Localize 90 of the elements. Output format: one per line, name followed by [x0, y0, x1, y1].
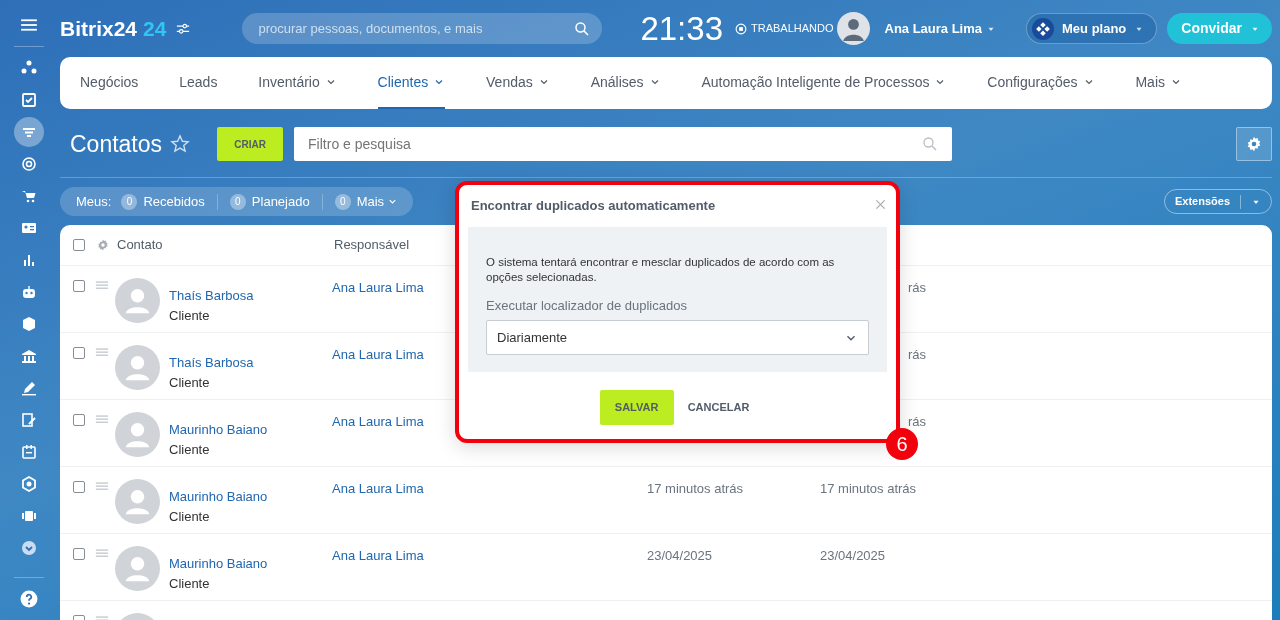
contact-card-icon[interactable]	[21, 220, 37, 236]
date-text: 17 minutos atrás	[647, 481, 744, 496]
responsible-link[interactable]: Ana Laura Lima	[332, 414, 424, 429]
stop-icon	[735, 22, 747, 35]
nav-tab[interactable]: Mais	[1135, 57, 1182, 109]
row-checkbox[interactable]	[73, 280, 85, 292]
dots-icon[interactable]	[21, 60, 37, 76]
date-text: rás	[908, 414, 927, 429]
date-text: rás	[908, 280, 927, 295]
row-checkbox[interactable]	[73, 548, 85, 560]
settings-button[interactable]	[1236, 127, 1272, 161]
create-button[interactable]: CRIAR	[217, 127, 284, 161]
date-text: 23/04/2025	[647, 548, 713, 563]
contact-link[interactable]: Thaís Barbosa	[169, 286, 254, 306]
document-edit-icon[interactable]	[21, 412, 37, 428]
dialog-description: O sistema tentará encontrar e mesclar duplicados de acordo com as opções selecionadas.	[486, 254, 836, 285]
nav-tab[interactable]: Negócios	[80, 57, 139, 109]
menu-icon[interactable]	[20, 16, 38, 34]
contact-type: Cliente	[169, 306, 211, 325]
counter-item[interactable]: 0 Mais	[334, 191, 399, 212]
date-text: 17 minutos atrás	[820, 481, 917, 496]
row-checkbox[interactable]	[73, 414, 85, 426]
column-header[interactable]: Contato	[117, 235, 163, 255]
counter-item[interactable]: 0 Recebidos	[121, 191, 205, 212]
counter-item[interactable]: 0 Planejado	[229, 191, 310, 212]
cube-icon[interactable]	[21, 316, 37, 332]
sliders-icon[interactable]	[176, 21, 191, 36]
column-header[interactable]: Responsável	[334, 237, 410, 253]
contact-type: Cliente	[169, 373, 211, 392]
star-icon[interactable]	[170, 134, 191, 154]
nav-tab[interactable]: Clientes	[377, 57, 446, 109]
user-avatar[interactable]	[836, 12, 870, 45]
contact-type: Cliente	[169, 507, 211, 526]
contact-type: Cliente	[169, 440, 211, 459]
calendar-icon[interactable]	[21, 444, 37, 460]
counter-label: Meus:	[76, 192, 112, 211]
close-icon	[875, 199, 886, 211]
field-label: Executar localizador de duplicados	[486, 296, 688, 315]
date-text: 23/04/2025	[820, 548, 886, 563]
filter-search-field[interactable]: Filtro e pesquisa	[294, 127, 953, 161]
checkbox-icon[interactable]	[21, 92, 37, 108]
dialog-title: Encontrar duplicados automaticamente	[471, 197, 717, 215]
cart-icon[interactable]	[21, 188, 37, 204]
help-icon[interactable]	[20, 590, 38, 608]
contact-link[interactable]: Maurinho Baiano	[169, 420, 268, 440]
film-icon[interactable]	[21, 508, 37, 524]
responsible-link[interactable]: Ana Laura Lima	[332, 280, 424, 295]
responsible-link[interactable]: Ana Laura Lima	[332, 548, 424, 563]
nav-tab[interactable]: Vendas	[486, 57, 550, 109]
user-menu[interactable]: Ana Laura Lima	[884, 18, 997, 39]
frequency-select[interactable]: Diariamente	[486, 320, 869, 356]
nav-tab[interactable]: Configurações	[987, 57, 1095, 109]
search-icon[interactable]	[922, 136, 939, 152]
responsible-link[interactable]: Ana Laura Lima	[332, 347, 424, 362]
building-icon[interactable]	[21, 348, 37, 364]
work-status-button[interactable]: TRABALHANDO	[735, 20, 834, 37]
avatar-icon	[115, 479, 160, 524]
robot-icon[interactable]	[21, 284, 37, 300]
contact-type: Cliente	[169, 574, 211, 593]
page-title: Contatos	[70, 129, 163, 159]
search-icon[interactable]	[574, 21, 591, 37]
bar-chart-icon[interactable]	[21, 252, 37, 268]
settings-icon	[1246, 136, 1262, 152]
save-button[interactable]: SALVAR	[599, 389, 674, 425]
row-checkbox[interactable]	[73, 347, 85, 359]
nav-tab[interactable]: Leads	[179, 57, 218, 109]
chevron-circle-icon[interactable]	[21, 540, 37, 556]
logo-number: 24	[143, 15, 167, 42]
logo[interactable]: Bitrix24	[60, 12, 138, 45]
contact-link[interactable]: Maurinho Baiano	[169, 554, 268, 574]
plan-button[interactable]: Meu plano	[1026, 13, 1158, 44]
avatar-icon	[115, 345, 160, 390]
clock: 21:33	[640, 8, 723, 49]
pen-icon[interactable]	[21, 380, 37, 396]
nav-tab[interactable]: Análises	[590, 57, 661, 109]
cancel-button[interactable]: CANCELAR	[681, 397, 756, 417]
date-text: rás	[908, 347, 927, 362]
settings-icon[interactable]	[97, 239, 109, 251]
avatar-icon	[115, 412, 160, 457]
target-icon[interactable]	[21, 156, 37, 172]
contact-link[interactable]: Maurinho Baiano	[169, 487, 268, 507]
avatar-icon	[115, 546, 160, 591]
nav-tab[interactable]: Inventário	[258, 57, 337, 109]
nav-tab[interactable]: Automação Inteligente de Processos	[701, 57, 947, 109]
select-all-checkbox[interactable]	[73, 239, 85, 251]
avatar-icon	[115, 278, 160, 323]
contact-link[interactable]: Thaís Barbosa	[169, 353, 254, 373]
responsible-link[interactable]: Ana Laura Lima	[332, 481, 424, 496]
row-checkbox[interactable]	[73, 481, 85, 493]
hexagon-icon[interactable]	[21, 476, 37, 492]
